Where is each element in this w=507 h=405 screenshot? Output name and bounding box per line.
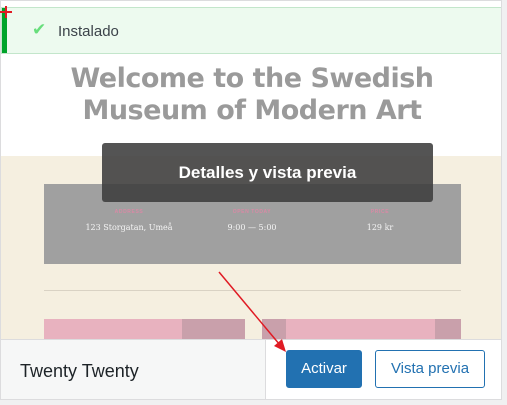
info-hours-value: 9:00 — 5:00 <box>227 223 277 232</box>
screenshot-pink-shade-right <box>435 319 461 339</box>
info-price-value: 129 kr <box>366 223 394 232</box>
screenshot-pink-shade-left <box>182 319 245 339</box>
screenshot-divider <box>44 290 461 291</box>
theme-card-footer: Twenty Twenty Activar Vista previa <box>1 339 501 399</box>
details-preview-overlay[interactable]: Detalles y vista previa <box>102 143 433 202</box>
screenshot-title-line1: Welcome to the Swedish <box>70 63 434 94</box>
info-price: PRICE 129 kr <box>320 208 440 235</box>
live-preview-button[interactable]: Vista previa <box>375 350 485 388</box>
info-price-label: PRICE <box>370 209 390 215</box>
red-cross-marker-icon <box>0 6 12 18</box>
activate-button[interactable]: Activar <box>286 350 362 388</box>
theme-actions: Activar Vista previa <box>265 340 501 399</box>
info-hours: OPEN TODAY 9:00 — 5:00 <box>192 208 312 235</box>
screenshot-pink-shade-mid <box>262 319 286 339</box>
notice-text: Instalado <box>58 23 119 40</box>
screenshot-title-line2: Museum of Modern Art <box>82 95 422 126</box>
screenshot-pink-block-right <box>286 319 435 339</box>
theme-name: Twenty Twenty <box>20 361 139 381</box>
info-address: ADDRESS 123 Storgatan, Umeå <box>69 208 189 235</box>
theme-card[interactable]: Welcome to the Swedish Museum of Modern … <box>0 0 502 400</box>
info-hours-label: OPEN TODAY <box>232 209 272 215</box>
info-address-label: ADDRESS <box>114 209 144 215</box>
screenshot-title: Welcome to the Swedish Museum of Modern … <box>1 63 501 127</box>
installed-notice: ✔ Instalado <box>1 7 501 54</box>
info-address-value: 123 Storgatan, Umeå <box>85 223 173 232</box>
check-icon: ✔ <box>32 20 47 39</box>
